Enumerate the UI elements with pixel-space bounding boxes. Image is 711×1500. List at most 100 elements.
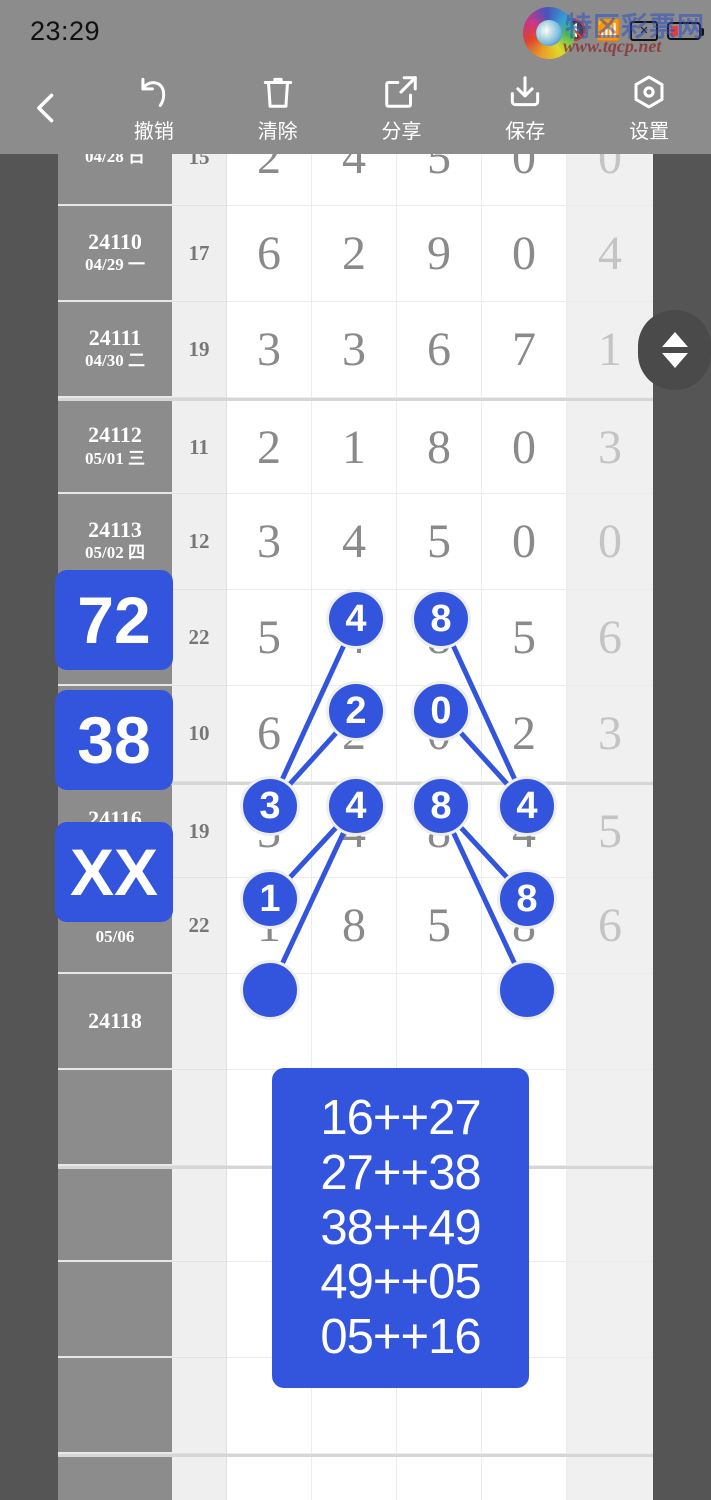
row-issue-cell: 24114 05/03 五 bbox=[58, 590, 172, 686]
digit-cell[interactable] bbox=[397, 1457, 482, 1500]
table-row[interactable]: 24112 05/01 三 11 2 1 8 0 3 bbox=[58, 398, 653, 494]
digit-cell[interactable]: 6 bbox=[227, 206, 312, 302]
special-digit-cell[interactable]: 0 bbox=[567, 494, 653, 590]
row-issue-cell bbox=[58, 1169, 172, 1262]
digit-cell[interactable] bbox=[397, 974, 482, 1070]
save-button[interactable]: 保存 bbox=[463, 73, 587, 144]
digit-cell[interactable]: 5 bbox=[397, 878, 482, 974]
digit-cell[interactable]: 2 bbox=[312, 206, 397, 302]
table-row[interactable]: 24114 05/03 五 22 5 4 8 5 6 bbox=[58, 590, 653, 686]
row-sum-cell: 19 bbox=[172, 302, 227, 398]
digit-cell[interactable]: 5 bbox=[482, 590, 567, 686]
special-digit-cell[interactable]: 3 bbox=[567, 686, 653, 782]
table-row[interactable]: 24113 05/02 四 12 3 4 5 0 0 bbox=[58, 494, 653, 590]
digit-cell[interactable]: 3 bbox=[227, 494, 312, 590]
table-row[interactable]: 24111 04/30 二 19 3 3 6 7 1 bbox=[58, 302, 653, 398]
left-edge-bar bbox=[0, 154, 58, 1500]
undo-button[interactable]: 撤销 bbox=[92, 73, 216, 144]
clear-button[interactable]: 清除 bbox=[216, 73, 340, 144]
share-label: 分享 bbox=[381, 120, 422, 143]
digit-cell[interactable]: 3 bbox=[227, 302, 312, 398]
special-digit-cell[interactable] bbox=[567, 1457, 653, 1500]
digit-cell[interactable]: 0 bbox=[482, 206, 567, 302]
row-sum-cell: 15 bbox=[172, 154, 227, 206]
digit-cell[interactable]: 7 bbox=[482, 302, 567, 398]
digit-cell[interactable] bbox=[482, 974, 567, 1070]
digit-cell[interactable]: 4 bbox=[312, 154, 397, 206]
row-issue-cell: 04/28 日 bbox=[58, 154, 172, 206]
table-row[interactable]: 24110 04/29 一 17 6 2 9 0 4 bbox=[58, 206, 653, 302]
digit-cell[interactable] bbox=[227, 1457, 312, 1500]
digit-cell[interactable]: 2 bbox=[312, 686, 397, 782]
back-button[interactable] bbox=[0, 89, 92, 127]
digit-cell[interactable] bbox=[227, 974, 312, 1070]
issue-date: 04/28 日 bbox=[85, 154, 145, 166]
undo-icon bbox=[141, 77, 166, 107]
row-sum-cell bbox=[172, 1169, 227, 1262]
digit-cell[interactable]: 3 bbox=[312, 302, 397, 398]
digit-cell[interactable]: 4 bbox=[482, 785, 567, 878]
row-sum-cell: 22 bbox=[172, 590, 227, 686]
digit-cell[interactable]: 1 bbox=[312, 401, 397, 494]
issue-date: 04/29 一 bbox=[85, 255, 145, 275]
digit-cell[interactable]: 8 bbox=[482, 878, 567, 974]
formula-line: 05++16 bbox=[320, 1310, 481, 1365]
digit-cell[interactable]: 5 bbox=[227, 590, 312, 686]
settings-icon bbox=[634, 75, 664, 108]
table-row[interactable]: 24117 05/06 22 1 8 5 8 6 bbox=[58, 878, 653, 974]
share-button[interactable]: 分享 bbox=[340, 73, 464, 144]
formula-line: 38++49 bbox=[320, 1200, 481, 1255]
digit-cell[interactable]: 4 bbox=[312, 494, 397, 590]
digit-cell[interactable]: 0 bbox=[482, 401, 567, 494]
scroll-control[interactable] bbox=[638, 310, 711, 390]
issue-date: 05/06 bbox=[95, 927, 135, 947]
digit-cell[interactable] bbox=[312, 974, 397, 1070]
digit-cell[interactable]: 4 bbox=[312, 785, 397, 878]
digit-cell[interactable]: 8 bbox=[397, 785, 482, 878]
digit-cell[interactable]: 2 bbox=[227, 154, 312, 206]
formula-note-box[interactable]: 16++27 27++38 38++49 49++05 05++16 bbox=[272, 1068, 529, 1388]
table-row[interactable] bbox=[58, 1454, 653, 1500]
digit-cell[interactable]: 8 bbox=[397, 590, 482, 686]
digit-cell[interactable]: 0 bbox=[482, 154, 567, 206]
special-digit-cell[interactable] bbox=[567, 1169, 653, 1262]
digit-cell[interactable]: 2 bbox=[482, 686, 567, 782]
row-sum-cell: 17 bbox=[172, 206, 227, 302]
digit-cell[interactable]: 1 bbox=[227, 878, 312, 974]
special-digit-cell[interactable]: 6 bbox=[567, 878, 653, 974]
watermark-url: www.tqcp.net bbox=[563, 36, 662, 56]
special-digit-cell[interactable]: 4 bbox=[567, 206, 653, 302]
special-digit-cell[interactable] bbox=[567, 1070, 653, 1166]
digit-cell[interactable]: 5 bbox=[397, 494, 482, 590]
digit-cell[interactable]: 4 bbox=[312, 590, 397, 686]
settings-button[interactable]: 设置 bbox=[587, 73, 711, 144]
row-issue-cell: 24110 04/29 一 bbox=[58, 206, 172, 302]
digit-cell[interactable]: 0 bbox=[482, 494, 567, 590]
special-digit-cell[interactable]: 0 bbox=[567, 154, 653, 206]
table-row[interactable]: 24118 bbox=[58, 974, 653, 1070]
digit-cell[interactable]: 6 bbox=[227, 686, 312, 782]
triangle-down-icon[interactable] bbox=[661, 353, 688, 368]
table-row[interactable]: 24115 05/04 六 10 6 2 0 2 3 bbox=[58, 686, 653, 782]
digit-cell[interactable]: 9 bbox=[397, 206, 482, 302]
special-digit-cell[interactable] bbox=[567, 1262, 653, 1358]
digit-cell[interactable]: 2 bbox=[227, 401, 312, 494]
digit-cell[interactable]: 0 bbox=[397, 686, 482, 782]
row-issue-cell: 24111 04/30 二 bbox=[58, 302, 172, 398]
special-digit-cell[interactable] bbox=[567, 1358, 653, 1454]
special-digit-cell[interactable]: 6 bbox=[567, 590, 653, 686]
digit-cell[interactable]: 5 bbox=[397, 154, 482, 206]
special-digit-cell[interactable]: 3 bbox=[567, 401, 653, 494]
digit-cell[interactable]: 8 bbox=[397, 401, 482, 494]
table-row[interactable]: 04/28 日 15 2 4 5 0 0 bbox=[58, 154, 653, 206]
digit-cell[interactable]: 6 bbox=[397, 302, 482, 398]
special-digit-cell[interactable] bbox=[567, 974, 653, 1070]
digit-cell[interactable] bbox=[312, 1457, 397, 1500]
digit-cell[interactable] bbox=[482, 1457, 567, 1500]
digit-cell[interactable]: 8 bbox=[312, 878, 397, 974]
row-sum-cell bbox=[172, 1358, 227, 1454]
digit-cell[interactable]: 3 bbox=[227, 785, 312, 878]
table-row[interactable]: 24116 05/05 日 19 3 4 8 4 5 bbox=[58, 782, 653, 878]
triangle-up-icon[interactable] bbox=[661, 332, 688, 347]
special-digit-cell[interactable]: 5 bbox=[567, 785, 653, 878]
